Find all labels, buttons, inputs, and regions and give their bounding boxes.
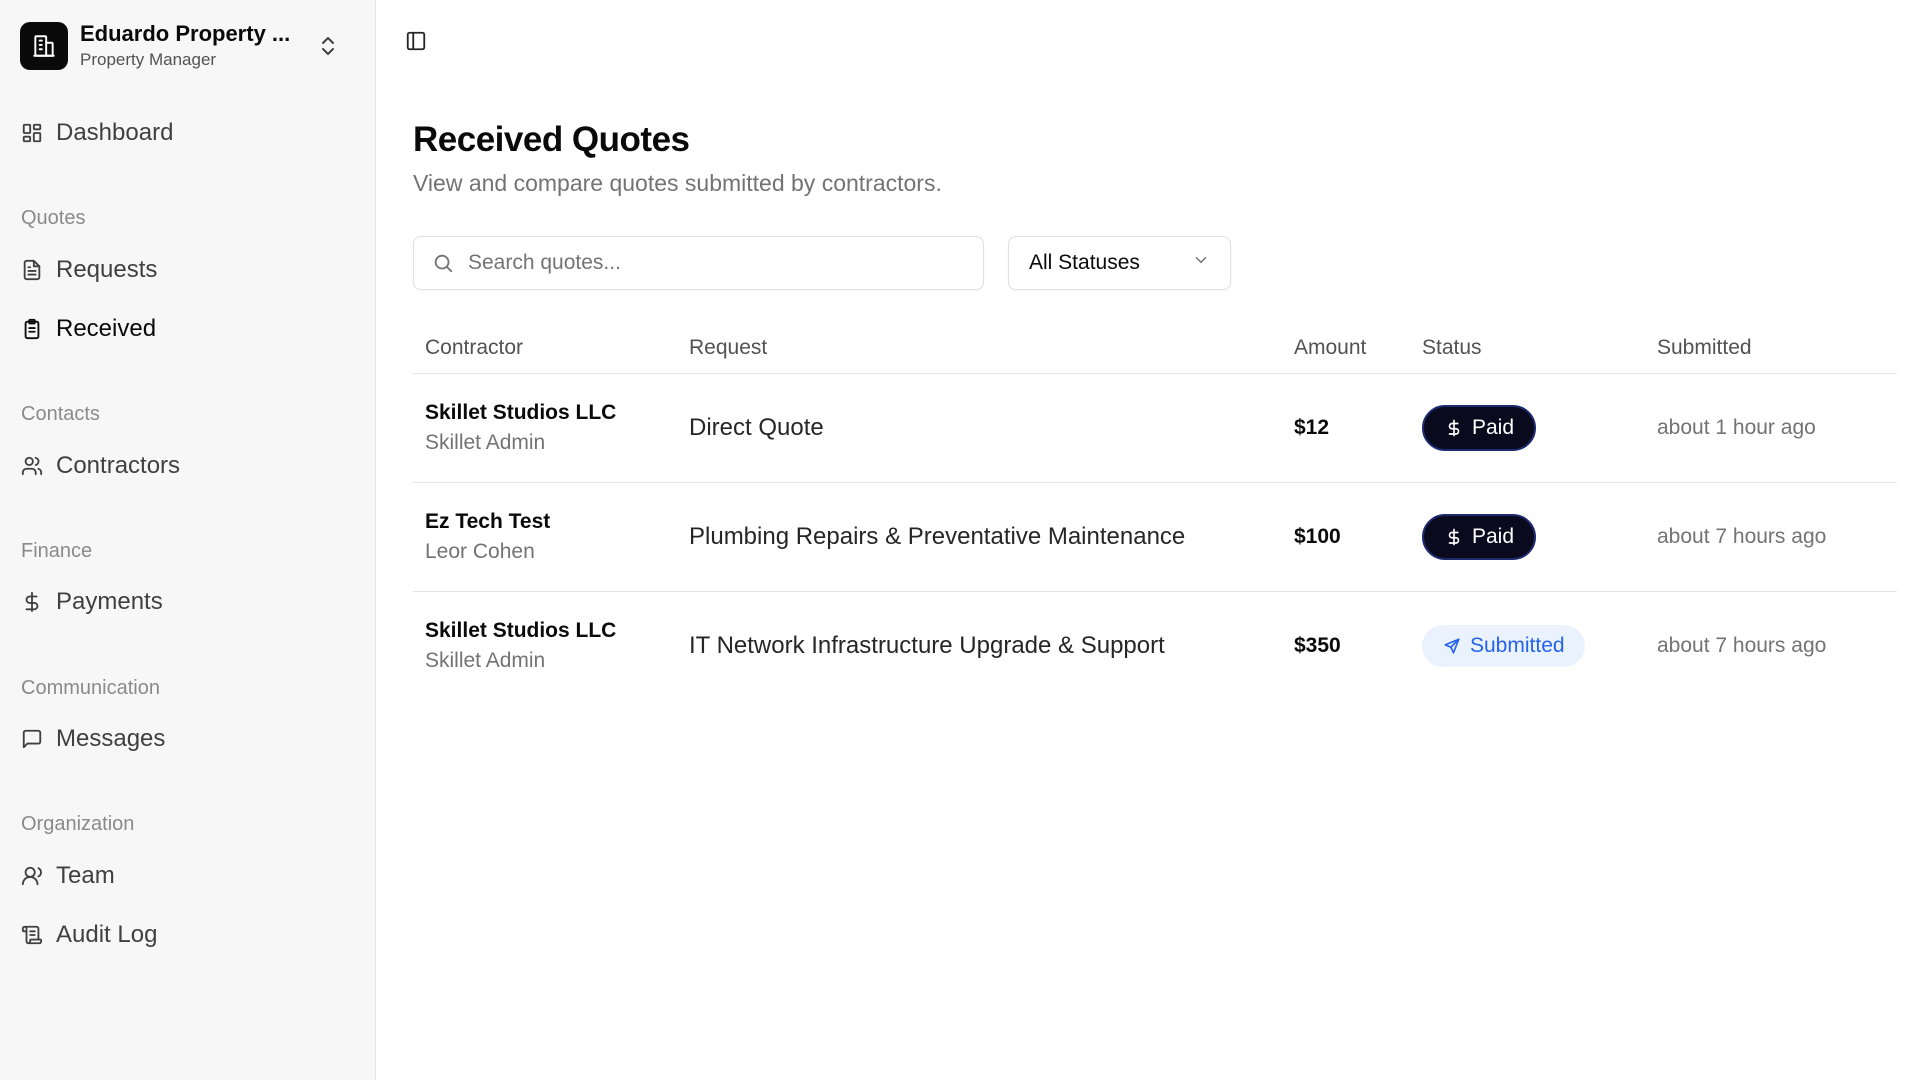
amount-value: $100 (1294, 525, 1341, 548)
status-badge-label: Paid (1472, 416, 1515, 439)
sidebar-item-label: Payments (56, 588, 163, 615)
search-icon (432, 251, 456, 275)
sidebar-toggle-button[interactable] (400, 26, 432, 58)
request-cell: Direct Quote (689, 374, 824, 482)
sidebar-item-received[interactable]: Received (20, 307, 356, 351)
submitted-cell: about 1 hour ago (1657, 374, 1816, 482)
file-text-icon (20, 258, 44, 282)
submitted-time: about 7 hours ago (1657, 634, 1827, 657)
chevrons-up-down-icon (316, 34, 340, 58)
layout-grid-icon (20, 121, 44, 145)
request-title: IT Network Infrastructure Upgrade & Supp… (689, 632, 1165, 659)
sidebar-item-dashboard[interactable]: Dashboard (20, 111, 356, 155)
sidebar: Eduardo Property ... Property Manager Da… (0, 0, 376, 1080)
dollar-sign-icon (20, 590, 44, 614)
amount-cell: $350 (1294, 592, 1341, 700)
request-cell: IT Network Infrastructure Upgrade & Supp… (689, 592, 1165, 700)
section-label-finance: Finance (21, 540, 93, 562)
panel-left-icon (405, 30, 427, 55)
submitted-cell: about 7 hours ago (1657, 483, 1826, 591)
page-title: Received Quotes (413, 120, 690, 159)
status-badge-label: Paid (1472, 525, 1515, 548)
request-cell: Plumbing Repairs & Preventative Maintena… (689, 483, 1185, 591)
status-badge: Paid (1422, 405, 1537, 451)
user-icon (20, 864, 44, 888)
status-cell: Paid (1422, 483, 1537, 591)
contractor-contact: Leor Cohen (425, 540, 535, 563)
submitted-cell: about 7 hours ago (1657, 592, 1826, 700)
sidebar-item-label: Audit Log (56, 921, 158, 948)
contractor-name: Skillet Studios LLC (425, 401, 617, 424)
request-title: Direct Quote (689, 414, 824, 441)
contractor-name: Skillet Studios LLC (425, 619, 617, 642)
message-square-icon (20, 727, 44, 751)
org-name: Eduardo Property ... (80, 21, 291, 46)
status-filter-select[interactable]: All Statuses (1008, 236, 1231, 290)
contractor-name: Ez Tech Test (425, 510, 551, 533)
sidebar-item-label: Dashboard (56, 119, 174, 146)
section-label-organization: Organization (21, 813, 135, 835)
column-header-request[interactable]: Request (689, 322, 767, 374)
search-field[interactable] (413, 236, 984, 290)
section-label-quotes: Quotes (21, 207, 86, 229)
sidebar-item-label: Contractors (56, 452, 181, 479)
page-subtitle: View and compare quotes submitted by con… (413, 170, 942, 196)
dollar-sign-icon (1444, 527, 1464, 547)
send-icon (1442, 636, 1462, 656)
amount-cell: $12 (1294, 374, 1329, 482)
contractor-contact: Skillet Admin (425, 649, 546, 672)
column-header-amount[interactable]: Amount (1294, 322, 1366, 374)
status-badge-label: Submitted (1470, 634, 1565, 657)
section-label-contacts: Contacts (21, 403, 100, 425)
table-row[interactable]: Skillet Studios LLC Skillet Admin IT Net… (413, 592, 1897, 701)
quotes-table: Contractor Request Amount Status Submitt… (413, 322, 1897, 701)
table-row[interactable]: Skillet Studios LLC Skillet Admin Direct… (413, 374, 1897, 483)
status-badge: Paid (1422, 514, 1537, 560)
org-switcher[interactable]: Eduardo Property ... Property Manager (20, 20, 356, 72)
dollar-sign-icon (1444, 418, 1464, 438)
status-filter-value: All Statuses (1029, 251, 1140, 274)
submitted-time: about 1 hour ago (1657, 416, 1816, 439)
table-header: Contractor Request Amount Status Submitt… (413, 322, 1897, 374)
contractor-cell: Skillet Studios LLC Skillet Admin (425, 592, 616, 700)
sidebar-item-label: Messages (56, 725, 166, 752)
scroll-text-icon (20, 923, 44, 947)
sidebar-item-messages[interactable]: Messages (20, 717, 356, 761)
building-icon (20, 22, 68, 70)
sidebar-item-requests[interactable]: Requests (20, 248, 356, 292)
sidebar-item-team[interactable]: Team (20, 854, 356, 898)
chevron-down-icon (1192, 251, 1210, 275)
users-icon (20, 454, 44, 478)
submitted-time: about 7 hours ago (1657, 525, 1827, 548)
sidebar-item-label: Received (56, 315, 157, 342)
sidebar-item-label: Requests (56, 256, 158, 283)
amount-value: $350 (1294, 634, 1341, 657)
status-cell: Paid (1422, 374, 1537, 482)
section-label-communication: Communication (21, 677, 160, 699)
org-role: Property Manager (80, 50, 217, 69)
sidebar-item-contractors[interactable]: Contractors (20, 444, 356, 488)
column-header-status[interactable]: Status (1422, 322, 1482, 374)
column-header-contractor[interactable]: Contractor (425, 322, 523, 374)
sidebar-item-audit-log[interactable]: Audit Log (20, 913, 356, 957)
amount-cell: $100 (1294, 483, 1341, 591)
column-header-submitted[interactable]: Submitted (1657, 322, 1752, 374)
contractor-cell: Skillet Studios LLC Skillet Admin (425, 374, 616, 482)
request-title: Plumbing Repairs & Preventative Maintena… (689, 523, 1186, 550)
sidebar-item-label: Team (56, 862, 115, 889)
contractor-contact: Skillet Admin (425, 431, 546, 454)
status-cell: Submitted (1422, 592, 1585, 700)
search-input[interactable] (468, 251, 968, 275)
amount-value: $12 (1294, 416, 1330, 439)
table-row[interactable]: Ez Tech Test Leor Cohen Plumbing Repairs… (413, 483, 1897, 592)
sidebar-item-payments[interactable]: Payments (20, 580, 356, 624)
contractor-cell: Ez Tech Test Leor Cohen (425, 483, 550, 591)
clipboard-list-icon (20, 317, 44, 341)
status-badge: Submitted (1422, 625, 1585, 667)
